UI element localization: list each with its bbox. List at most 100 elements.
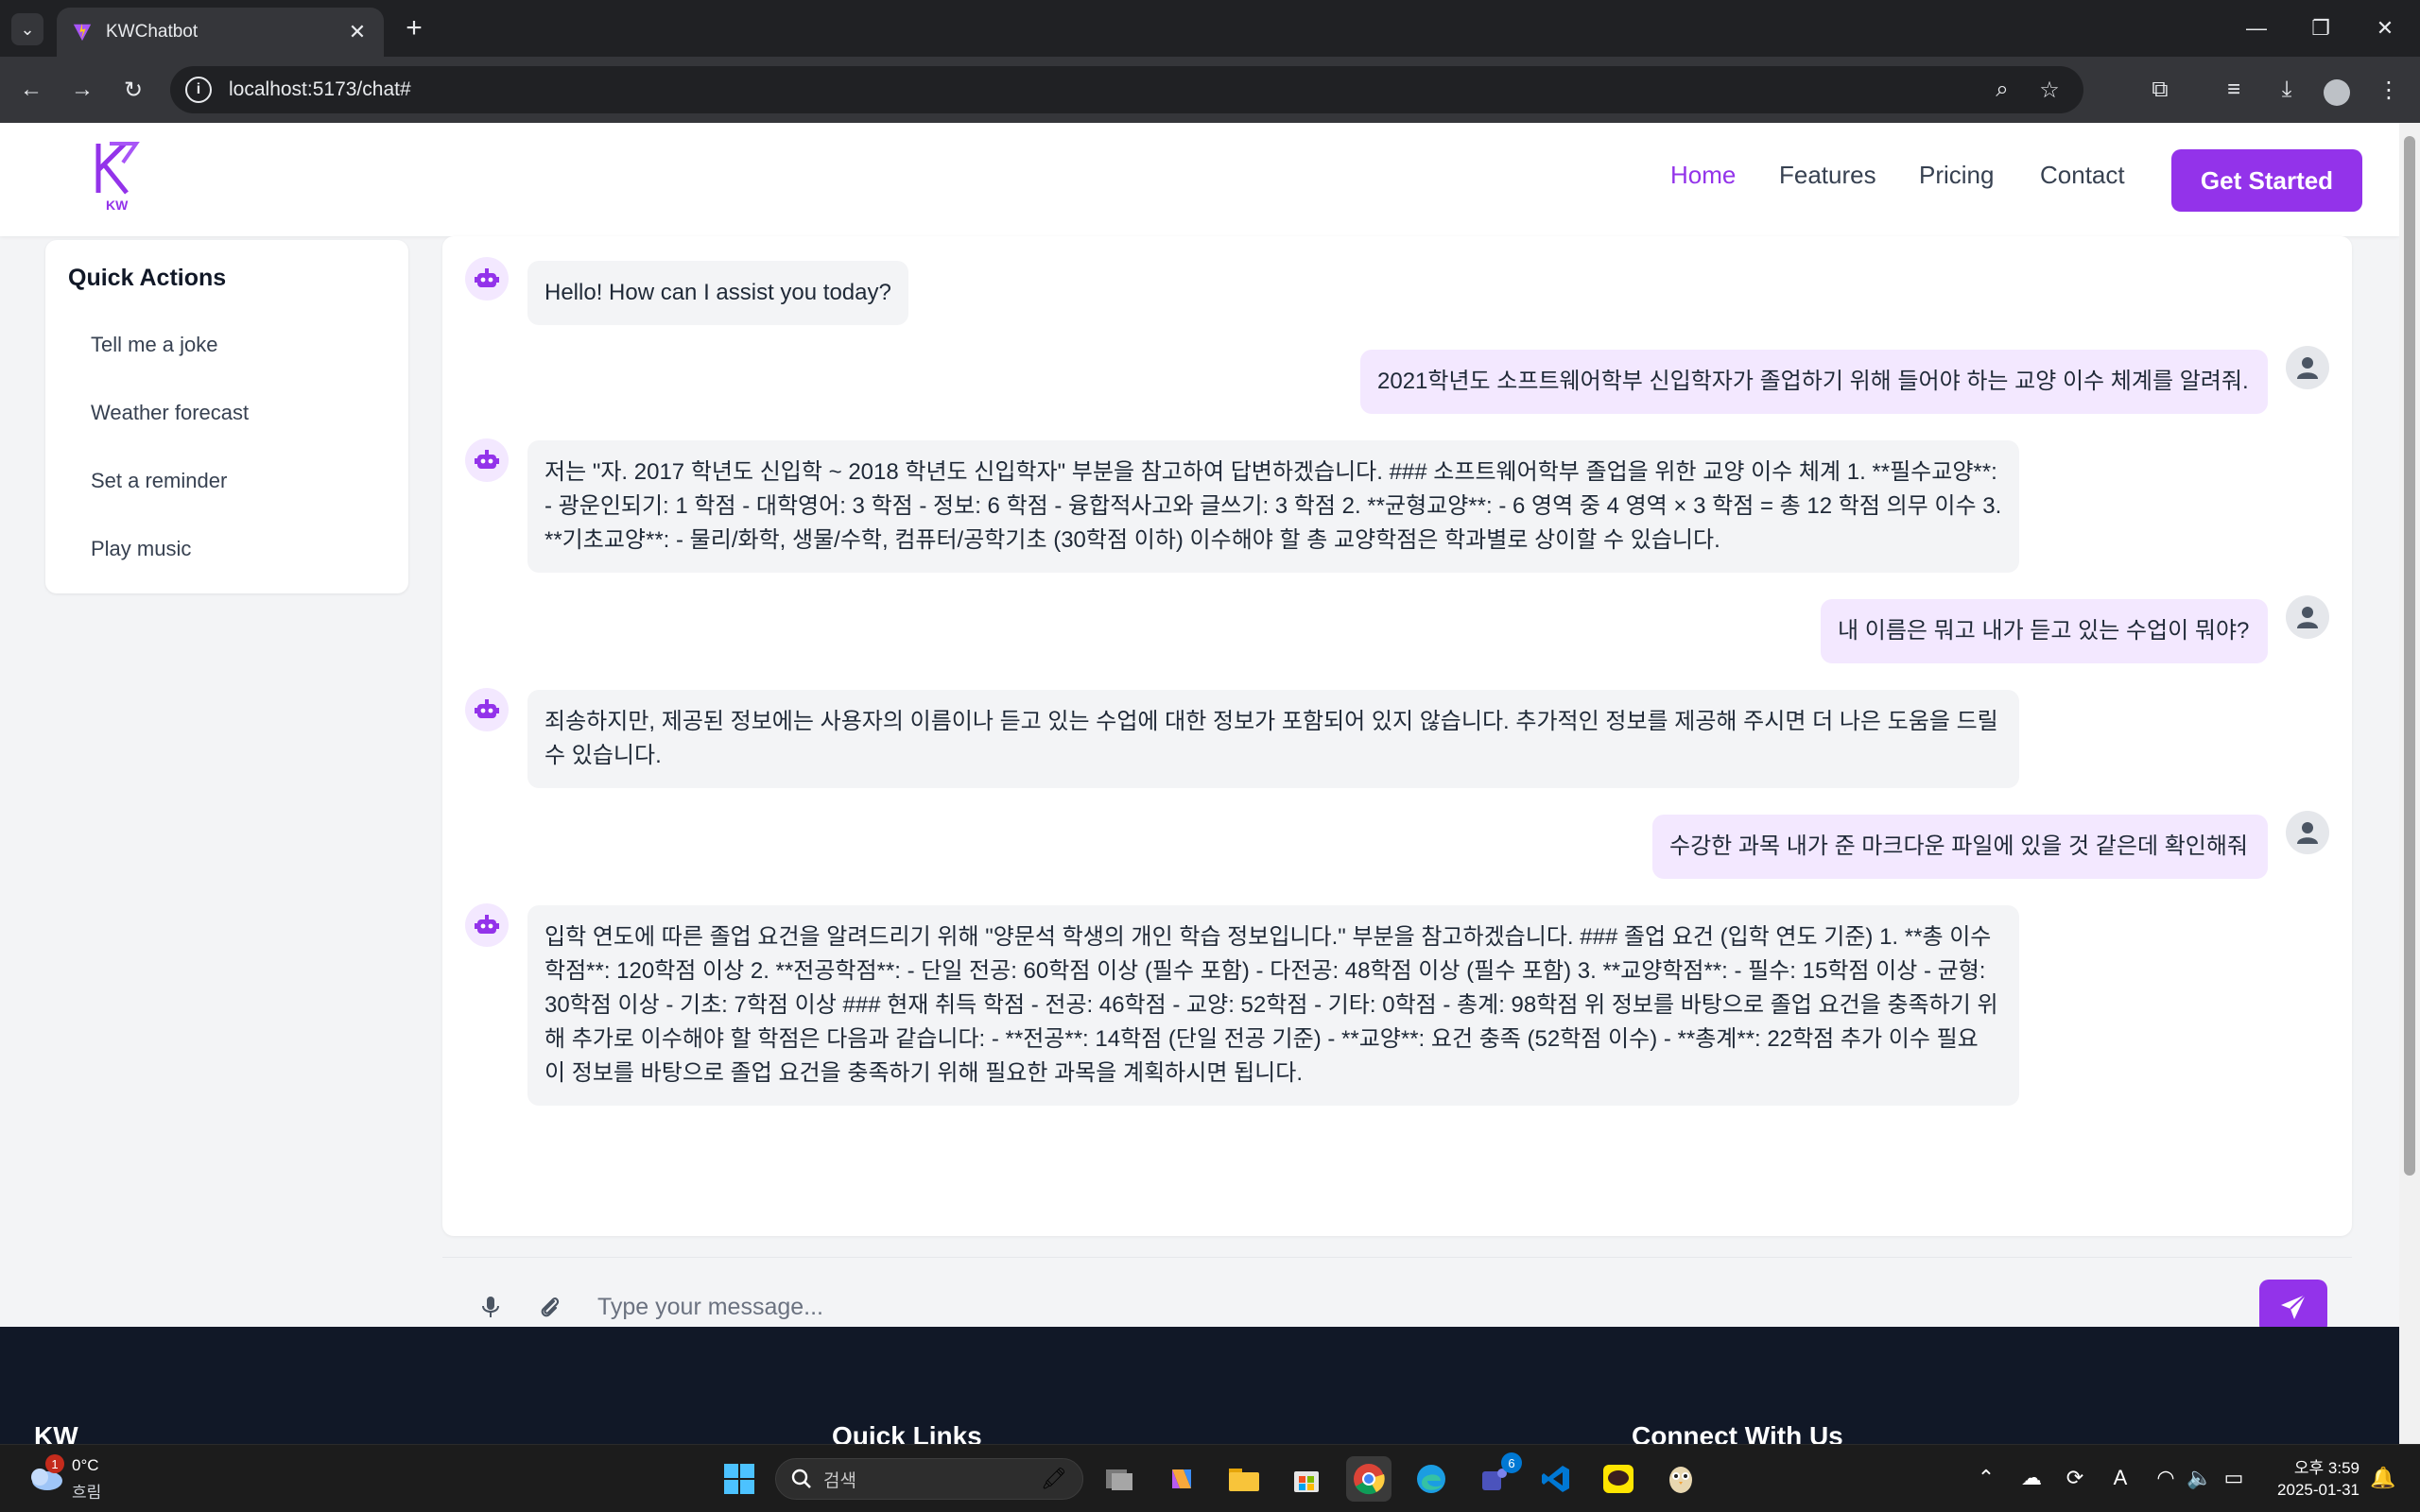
user-message: 2021학년도 소프트웨어학부 신입학자가 졸업하기 위해 들어야 하는 교양 … (1360, 350, 2268, 414)
taskbar-search[interactable]: 검색 🖍 (775, 1458, 1083, 1500)
site-footer: KW Quick Links Connect With Us (0, 1327, 2399, 1444)
nav-home[interactable]: Home (1670, 161, 1736, 190)
restore-button[interactable]: ❐ (2295, 9, 2346, 47)
owl-icon (1669, 1467, 1692, 1493)
microphone-icon[interactable] (476, 1293, 505, 1321)
bot-message: Hello! How can I assist you today? (527, 261, 908, 325)
user-message: 수강한 과목 내가 준 마크다운 파일에 있을 것 같은데 확인해줘 (1652, 815, 2268, 879)
nav-contact[interactable]: Contact (2040, 161, 2125, 190)
nav-pricing[interactable]: Pricing (1919, 161, 1994, 190)
weather-temperature[interactable]: 0°C (72, 1456, 99, 1475)
search-placeholder: 검색 (823, 1470, 856, 1491)
copilot-app[interactable] (1159, 1456, 1204, 1502)
chat-panel: Hello! How can I assist you today? 2021학… (442, 236, 2352, 1334)
new-tab-button[interactable]: + (397, 11, 431, 45)
send-icon (2281, 1294, 2307, 1319)
robot-icon (475, 450, 499, 469)
site-info-icon[interactable]: i (185, 77, 212, 103)
footer-brand: KW (34, 1421, 78, 1444)
tab-search-button[interactable]: ⌄ (11, 13, 43, 45)
extensions-icon[interactable]: ⧉ (2142, 72, 2178, 108)
vscode-app[interactable] (1533, 1456, 1579, 1502)
copilot-icon (1172, 1469, 1191, 1488)
back-button[interactable]: ← (13, 72, 49, 108)
forward-button[interactable]: → (64, 72, 100, 108)
bot-avatar (465, 257, 509, 301)
quick-action-weather[interactable]: Weather forecast (91, 401, 249, 425)
user-avatar (2286, 346, 2329, 389)
tray-overflow-icon[interactable]: ⌃ (1972, 1466, 2000, 1490)
close-window-button[interactable]: ✕ (2360, 9, 2411, 47)
weather-condition[interactable]: 흐림 (72, 1479, 101, 1503)
browser-tab[interactable]: KWChatbot ✕ (57, 8, 384, 57)
chrome-app[interactable] (1346, 1456, 1392, 1502)
owl-app[interactable] (1658, 1456, 1703, 1502)
quick-actions-panel: Quick Actions Tell me a joke Weather for… (45, 240, 408, 593)
get-started-button[interactable]: Get Started (2171, 149, 2362, 212)
profile-avatar[interactable] (2324, 79, 2350, 106)
bot-message: 저는 "자. 2017 학년도 신입학 ~ 2018 학년도 신입학자" 부분을… (527, 440, 2019, 573)
weather-alert-badge: 1 (45, 1454, 64, 1473)
start-button[interactable] (717, 1456, 762, 1502)
page-viewport: KW Home Features Pricing Contact Get Sta… (0, 123, 2399, 1444)
footer-connect-heading: Connect With Us (1632, 1421, 1843, 1444)
teams-app[interactable]: 6 (1471, 1452, 1522, 1502)
user-icon (2297, 822, 2318, 844)
clock-date[interactable]: 2025-01-31 (2269, 1481, 2360, 1500)
wifi-icon[interactable]: ◠ (2152, 1466, 2180, 1490)
media-control-icon[interactable]: ≡ (2216, 72, 2252, 108)
edge-icon (1417, 1465, 1445, 1493)
vscode-icon (1542, 1466, 1569, 1492)
onedrive-icon[interactable]: ☁ (2017, 1466, 2046, 1490)
task-view-button[interactable] (1097, 1456, 1142, 1502)
page-scrollbar[interactable] (2399, 123, 2420, 1444)
file-explorer-app[interactable] (1221, 1456, 1267, 1502)
volume-icon[interactable]: 🔈 (2186, 1466, 2214, 1490)
bookmark-star-icon[interactable]: ☆ (2031, 77, 2068, 104)
ms-store-app[interactable] (1284, 1456, 1329, 1502)
browser-menu-icon[interactable]: ⋮ (2371, 72, 2407, 108)
input-divider (442, 1257, 2352, 1258)
bot-message: 입학 연도에 따른 졸업 요건을 알려드리기 위해 "양문석 학생의 개인 학습… (527, 905, 2019, 1106)
battery-icon[interactable]: ▭ (2220, 1466, 2248, 1490)
quick-actions-title: Quick Actions (68, 265, 227, 291)
downloads-icon[interactable]: ⤓ (2269, 72, 2305, 108)
tab-close-icon[interactable]: ✕ (346, 20, 369, 44)
user-message: 내 이름은 뭐고 내가 듣고 있는 수업이 뭐야? (1821, 599, 2268, 663)
store-icon (1294, 1471, 1319, 1492)
windows-logo-icon (724, 1464, 754, 1494)
kakaotalk-icon (1603, 1465, 1634, 1493)
bot-avatar (465, 903, 509, 947)
search-icon (791, 1469, 811, 1488)
user-icon (2297, 607, 2318, 628)
ime-icon[interactable]: A (2106, 1466, 2135, 1490)
notification-bell-icon[interactable]: 🔔 (2369, 1466, 2397, 1490)
address-bar[interactable]: i localhost:5173/chat# ⌕ ☆ (170, 66, 2083, 113)
chrome-icon (1354, 1464, 1385, 1495)
scrollbar-thumb[interactable] (2404, 136, 2415, 1176)
robot-icon (475, 268, 499, 287)
quick-action-music[interactable]: Play music (91, 537, 191, 561)
clock-time[interactable]: 오후 3:59 (2280, 1454, 2360, 1478)
tab-title: KWChatbot (106, 22, 199, 42)
url-text[interactable]: localhost:5173/chat# (229, 78, 1974, 101)
nav-features[interactable]: Features (1779, 161, 1876, 190)
search-highlight-icon: 🖍 (1041, 1467, 1067, 1490)
kw-logo[interactable]: KW (91, 138, 147, 214)
os-taskbar: 1 0°C 흐림 검색 🖍 6 ⌃ ☁ ⟳ A ◠ 🔈 ▭ 오후 3:59 20… (0, 1444, 2420, 1512)
quick-action-reminder[interactable]: Set a reminder (91, 469, 227, 493)
edge-app[interactable] (1409, 1456, 1454, 1502)
sync-icon[interactable]: ⟳ (2061, 1466, 2089, 1490)
paperclip-icon[interactable] (535, 1293, 563, 1321)
reload-button[interactable]: ↻ (115, 72, 151, 108)
robot-icon (475, 915, 499, 934)
minimize-button[interactable]: — (2231, 9, 2282, 47)
teams-notification-badge: 6 (1501, 1452, 1522, 1473)
quick-action-joke[interactable]: Tell me a joke (91, 333, 218, 357)
zoom-icon[interactable]: ⌕ (1983, 77, 2021, 103)
vite-favicon-icon (73, 23, 92, 42)
bot-avatar (465, 688, 509, 731)
kakaotalk-app[interactable] (1596, 1456, 1641, 1502)
robot-icon (475, 699, 499, 718)
folder-icon (1229, 1469, 1259, 1491)
